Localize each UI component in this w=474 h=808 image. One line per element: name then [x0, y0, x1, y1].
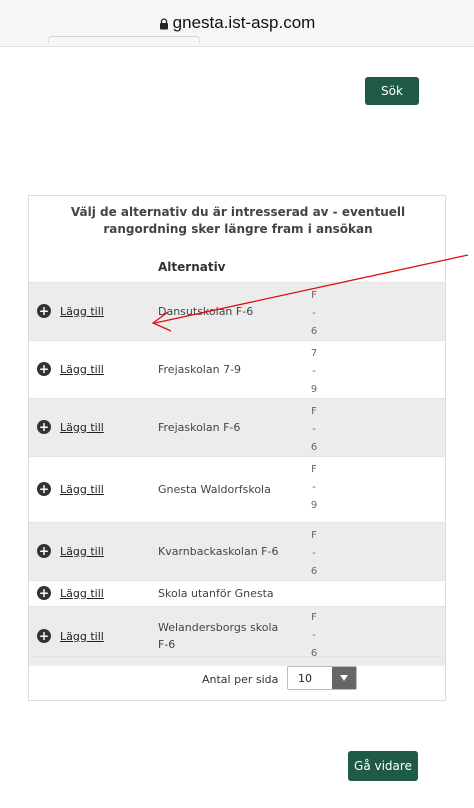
alternatives-table: Välj de alternativ du är intresserad av …: [28, 195, 446, 701]
school-name: Skola utanför Gnesta: [158, 587, 274, 600]
grade-range: 7 - 9: [309, 345, 319, 399]
grade-range: F - 6: [309, 287, 319, 341]
school-name: Gnesta Waldorfskola: [158, 483, 271, 496]
add-option-button[interactable]: + Lägg till: [37, 586, 104, 600]
grade-range-part: -: [312, 548, 316, 559]
search-button[interactable]: Sök: [365, 77, 419, 105]
plus-circle-icon: +: [37, 629, 51, 643]
grade-range-part: F: [311, 406, 317, 417]
grade-range-part: 6: [310, 326, 318, 337]
add-option-label[interactable]: Lägg till: [60, 421, 104, 434]
browser-address-bar[interactable]: gnesta.ist-asp.com: [0, 0, 474, 47]
table-footer: Antal per sida 10: [29, 656, 445, 701]
grade-range-part: 6: [310, 442, 318, 453]
table-row: + Lägg till Frejaskolan 7-9 7 - 9: [29, 340, 445, 398]
grade-range-part: 7: [310, 348, 318, 359]
grade-range-part: F: [311, 612, 317, 623]
grade-range-part: 9: [310, 500, 318, 511]
column-header-alternativ: Alternativ: [158, 260, 226, 274]
per-page-value: 10: [298, 671, 312, 685]
plus-circle-icon: +: [37, 544, 51, 558]
add-option-button[interactable]: + Lägg till: [37, 304, 104, 318]
grade-range-part: 9: [310, 384, 318, 395]
grade-range-part: F: [311, 530, 317, 541]
add-option-button[interactable]: + Lägg till: [37, 482, 104, 496]
continue-button[interactable]: Gå vidare: [348, 751, 418, 781]
table-row: + Lägg till Kvarnbackaskolan F-6 F - 6: [29, 522, 445, 580]
school-name: Frejaskolan 7-9: [158, 363, 242, 376]
add-option-button[interactable]: + Lägg till: [37, 362, 104, 376]
grade-range-part: F: [311, 290, 317, 301]
plus-circle-icon: +: [37, 420, 51, 434]
grade-range-part: -: [312, 630, 316, 641]
grade-range-part: -: [312, 482, 316, 493]
add-option-label[interactable]: Lägg till: [60, 545, 104, 558]
caret-down-icon: [332, 667, 356, 689]
grade-range: F - 6: [309, 527, 319, 581]
plus-circle-icon: +: [37, 304, 51, 318]
add-option-label[interactable]: Lägg till: [60, 305, 104, 318]
per-page-label: Antal per sida: [202, 673, 279, 686]
plus-circle-icon: +: [37, 362, 51, 376]
grade-range: F - 6: [309, 403, 319, 457]
table-row: + Lägg till Skola utanför Gnesta: [29, 580, 445, 606]
table-row: + Lägg till Frejaskolan F-6 F - 6: [29, 398, 445, 456]
grade-range-part: -: [312, 308, 316, 319]
per-page-select[interactable]: 10: [287, 666, 357, 690]
grade-range-part: 6: [310, 566, 318, 577]
grade-range: F-6: [309, 609, 319, 663]
table-row: + Lägg till Dansutskolan F-6 F - 6: [29, 282, 445, 340]
lock-icon: [159, 18, 168, 30]
add-option-label[interactable]: Lägg till: [60, 483, 104, 496]
add-option-button[interactable]: + Lägg till: [37, 544, 104, 558]
grade-range-part: -: [312, 366, 316, 377]
add-option-label[interactable]: Lägg till: [60, 630, 104, 643]
add-option-button[interactable]: + Lägg till: [37, 629, 104, 643]
add-option-label[interactable]: Lägg till: [60, 363, 104, 376]
grade-range-part: -: [312, 424, 316, 435]
table-row: + Lägg till Gnesta Waldorfskola F - 9: [29, 456, 445, 522]
add-option-label[interactable]: Lägg till: [60, 587, 104, 600]
grade-range: F - 9: [309, 461, 319, 515]
school-name: Kvarnbackaskolan F-6: [158, 545, 279, 558]
previous-field-edge: [48, 36, 200, 43]
grade-range-part: F: [311, 464, 317, 475]
school-name: Welandersborgs skola F-6: [158, 621, 279, 651]
add-option-button[interactable]: + Lägg till: [37, 420, 104, 434]
school-name: Frejaskolan F-6: [158, 421, 241, 434]
table-caption: Välj de alternativ du är intresserad av …: [70, 205, 406, 236]
table-body: + Lägg till Dansutskolan F-6 F - 6 + Lägg till F…: [29, 282, 445, 666]
school-name: Dansutskolan F-6: [158, 305, 254, 318]
plus-circle-icon: +: [37, 586, 51, 600]
url-text: gnesta.ist-asp.com: [172, 13, 316, 32]
plus-circle-icon: +: [37, 482, 51, 496]
